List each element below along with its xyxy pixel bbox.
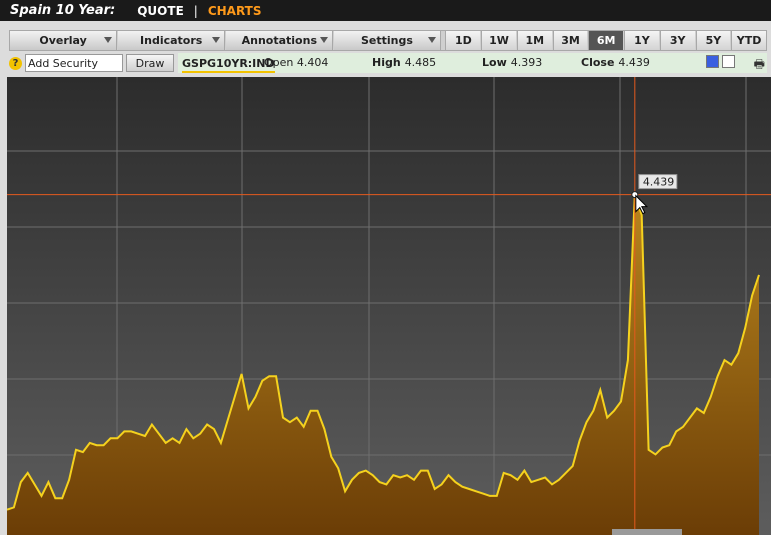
white-swatch-icon[interactable]: [722, 55, 735, 68]
price-chart[interactable]: 4.439: [7, 77, 771, 535]
high-stat: High 4.485: [372, 56, 436, 69]
scrollbar-thumb[interactable]: [612, 529, 682, 535]
nav-charts-link[interactable]: CHARTS: [208, 4, 262, 18]
close-label: Close: [581, 56, 615, 69]
nav-quote-link[interactable]: QUOTE: [137, 4, 184, 18]
close-stat: Close 4.439: [581, 56, 650, 69]
chevron-down-icon: [212, 37, 221, 43]
low-value: 4.393: [510, 56, 543, 69]
range-6m-button[interactable]: 6M: [588, 31, 624, 50]
indicators-menu[interactable]: Indicators: [118, 31, 226, 50]
high-label: High: [372, 56, 401, 69]
settings-menu[interactable]: Settings: [334, 31, 441, 50]
chart-area[interactable]: 4.439: [7, 77, 771, 535]
printer-icon[interactable]: 🖶: [754, 55, 765, 76]
tooltip-value: 4.439: [643, 176, 675, 189]
overlay-menu-label: Overlay: [39, 34, 87, 47]
header-bar: Spain 10 Year: QUOTE | CHARTS: [0, 0, 771, 21]
settings-menu-label: Settings: [360, 34, 413, 47]
page-title: Spain 10 Year:: [10, 3, 116, 18]
range-1w-button[interactable]: 1W: [481, 31, 516, 50]
draw-button[interactable]: Draw: [126, 54, 174, 72]
help-icon[interactable]: ?: [9, 56, 22, 70]
chevron-down-icon: [320, 37, 329, 43]
low-label: Low: [482, 56, 507, 69]
range-1m-button[interactable]: 1M: [516, 31, 552, 50]
blue-swatch-icon[interactable]: [706, 55, 719, 68]
range-3y-button[interactable]: 3Y: [659, 31, 695, 50]
high-value: 4.485: [404, 56, 437, 69]
symbol-label: GSPG10YR:IND: [182, 56, 275, 73]
open-label: Open: [264, 56, 294, 69]
nav-separator: |: [193, 3, 198, 18]
info-bar: ? Draw GSPG10YR:IND Open 4.404 High4.485…: [9, 53, 767, 73]
chart-toolbar: Overlay Indicators Annotations Settings …: [9, 30, 767, 51]
annotations-menu[interactable]: Annotations: [226, 31, 334, 50]
chevron-down-icon: [104, 37, 113, 43]
range-1y-button[interactable]: 1Y: [624, 31, 659, 50]
range-1d-button[interactable]: 1D: [445, 31, 481, 50]
open-value: 4.404: [296, 56, 329, 69]
indicators-menu-label: Indicators: [140, 34, 203, 47]
range-ytd-button[interactable]: YTD: [731, 31, 766, 50]
range-5y-button[interactable]: 5Y: [695, 31, 731, 50]
overlay-menu[interactable]: Overlay: [10, 31, 118, 50]
close-value: 4.439: [618, 56, 650, 69]
open-stat: Open 4.404: [264, 56, 328, 69]
low-stat: Low 4.393: [482, 56, 542, 69]
range-3m-button[interactable]: 3M: [552, 31, 588, 50]
annotations-menu-label: Annotations: [241, 34, 317, 47]
value-tooltip: 4.439: [638, 174, 678, 190]
chevron-down-icon: [427, 37, 436, 43]
add-security-input[interactable]: [25, 54, 123, 72]
quote-stats-bar: GSPG10YR:IND Open 4.404 High 4.485 Low 4.3…: [178, 53, 767, 73]
